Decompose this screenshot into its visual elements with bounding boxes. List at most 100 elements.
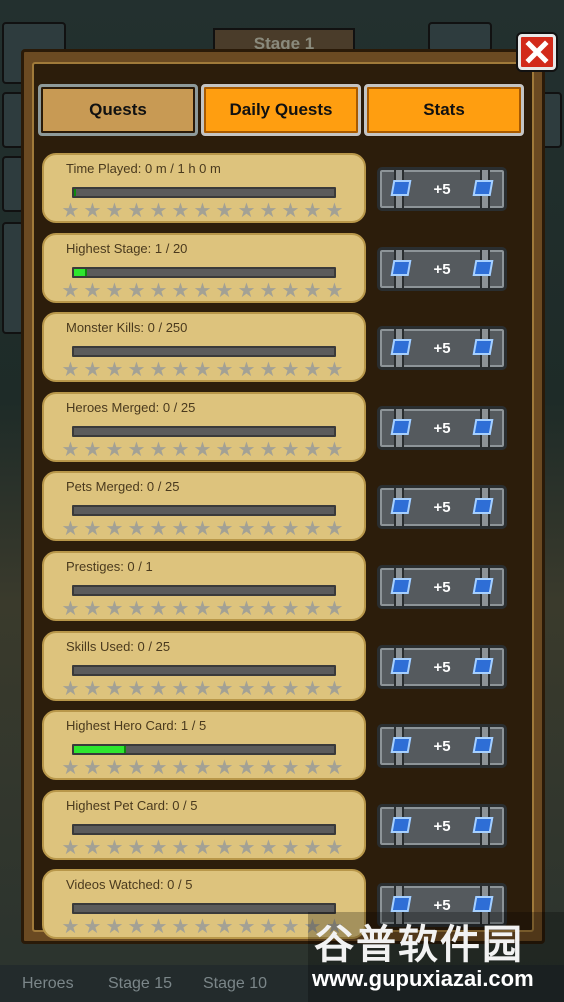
star-icon: ★ bbox=[171, 837, 190, 859]
gem-icon bbox=[472, 896, 494, 912]
quest-progress-bar bbox=[72, 346, 336, 357]
star-icon: ★ bbox=[281, 200, 300, 222]
star-icon: ★ bbox=[237, 598, 256, 620]
star-icon: ★ bbox=[215, 439, 234, 461]
star-icon: ★ bbox=[127, 757, 146, 779]
bottom-nav-item[interactable]: Heroes bbox=[22, 975, 74, 993]
quest-row: Highest Stage: 1 / 20 ★ ★ ★ ★ ★ ★ ★ ★ ★ ★ ★ ★ ★ bbox=[42, 233, 366, 303]
star-icon: ★ bbox=[127, 359, 146, 381]
star-icon: ★ bbox=[127, 280, 146, 302]
star-icon: ★ bbox=[303, 598, 322, 620]
quest-progress-fill bbox=[74, 746, 126, 753]
star-icon: ★ bbox=[105, 280, 124, 302]
star-icon: ★ bbox=[259, 837, 278, 859]
star-icon: ★ bbox=[259, 439, 278, 461]
quest-progress-bar bbox=[72, 426, 336, 437]
gem-icon bbox=[390, 737, 412, 753]
star-icon: ★ bbox=[303, 757, 322, 779]
reward-amount: +5 bbox=[433, 339, 451, 357]
star-icon: ★ bbox=[237, 200, 256, 222]
gem-icon bbox=[390, 817, 412, 833]
star-icon: ★ bbox=[83, 359, 102, 381]
quest-row: Monster Kills: 0 / 250 ★ ★ ★ ★ ★ ★ ★ ★ ★ ★ ★ ★ ★ bbox=[42, 312, 366, 382]
reward-amount: +5 bbox=[433, 180, 451, 198]
claim-reward-button[interactable]: +5 bbox=[377, 167, 507, 211]
claim-reward-button[interactable]: +5 bbox=[377, 326, 507, 370]
bottom-nav-item[interactable]: Stage 10 bbox=[203, 975, 267, 993]
tab-daily-quests[interactable]: Daily Quests bbox=[201, 84, 361, 136]
star-icon: ★ bbox=[237, 757, 256, 779]
star-icon: ★ bbox=[237, 678, 256, 700]
star-icon: ★ bbox=[303, 518, 322, 540]
star-icon: ★ bbox=[61, 359, 80, 381]
star-icon: ★ bbox=[325, 359, 344, 381]
claim-reward-button[interactable]: +5 bbox=[377, 247, 507, 291]
star-icon: ★ bbox=[237, 439, 256, 461]
star-icon: ★ bbox=[237, 359, 256, 381]
star-icon: ★ bbox=[325, 678, 344, 700]
quest-label: Prestiges: 0 / 1 bbox=[66, 559, 153, 574]
star-icon: ★ bbox=[193, 439, 212, 461]
tab-stats[interactable]: Stats bbox=[364, 84, 524, 136]
star-icon: ★ bbox=[215, 598, 234, 620]
quest-progress-bar bbox=[72, 267, 336, 278]
star-icon: ★ bbox=[171, 359, 190, 381]
star-icon: ★ bbox=[215, 757, 234, 779]
star-icon: ★ bbox=[193, 916, 212, 938]
star-icon: ★ bbox=[149, 280, 168, 302]
quest-row: Prestiges: 0 / 1 ★ ★ ★ ★ ★ ★ ★ ★ ★ ★ ★ ★ ★ bbox=[42, 551, 366, 621]
reward-amount: +5 bbox=[433, 498, 451, 516]
claim-reward-button[interactable]: +5 bbox=[377, 804, 507, 848]
star-icon: ★ bbox=[193, 837, 212, 859]
quest-label: Time Played: 0 m / 1 h 0 m bbox=[66, 161, 221, 176]
close-icon bbox=[525, 40, 549, 64]
star-icon: ★ bbox=[149, 518, 168, 540]
quest-stars: ★ ★ ★ ★ ★ ★ ★ ★ ★ ★ ★ ★ ★ bbox=[60, 359, 345, 381]
star-icon: ★ bbox=[281, 678, 300, 700]
gem-icon bbox=[472, 419, 494, 435]
quest-stars: ★ ★ ★ ★ ★ ★ ★ ★ ★ ★ ★ ★ ★ bbox=[60, 757, 345, 779]
quest-stars: ★ ★ ★ ★ ★ ★ ★ ★ ★ ★ ★ ★ ★ bbox=[60, 678, 345, 700]
star-icon: ★ bbox=[215, 359, 234, 381]
claim-reward-button[interactable]: +5 bbox=[377, 645, 507, 689]
star-icon: ★ bbox=[149, 837, 168, 859]
gem-icon bbox=[390, 498, 412, 514]
star-icon: ★ bbox=[61, 916, 80, 938]
star-icon: ★ bbox=[215, 837, 234, 859]
star-icon: ★ bbox=[127, 439, 146, 461]
star-icon: ★ bbox=[303, 280, 322, 302]
claim-reward-button[interactable]: +5 bbox=[377, 724, 507, 768]
star-icon: ★ bbox=[281, 280, 300, 302]
star-icon: ★ bbox=[259, 678, 278, 700]
star-icon: ★ bbox=[325, 757, 344, 779]
quest-row: Skills Used: 0 / 25 ★ ★ ★ ★ ★ ★ ★ ★ ★ ★ ★ ★ ★ bbox=[42, 631, 366, 701]
quest-progress-fill bbox=[74, 269, 87, 276]
star-icon: ★ bbox=[193, 518, 212, 540]
claim-reward-button[interactable]: +5 bbox=[377, 485, 507, 529]
bottom-nav-item[interactable]: Stage 15 bbox=[108, 975, 172, 993]
star-icon: ★ bbox=[149, 200, 168, 222]
star-icon: ★ bbox=[281, 757, 300, 779]
star-icon: ★ bbox=[171, 439, 190, 461]
quest-stars: ★ ★ ★ ★ ★ ★ ★ ★ ★ ★ ★ ★ ★ bbox=[60, 916, 345, 938]
claim-reward-button[interactable]: +5 bbox=[377, 406, 507, 450]
star-icon: ★ bbox=[215, 518, 234, 540]
star-icon: ★ bbox=[193, 598, 212, 620]
quest-label: Highest Hero Card: 1 / 5 bbox=[66, 718, 207, 733]
star-icon: ★ bbox=[325, 598, 344, 620]
quest-stars: ★ ★ ★ ★ ★ ★ ★ ★ ★ ★ ★ ★ ★ bbox=[60, 439, 345, 461]
star-icon: ★ bbox=[325, 200, 344, 222]
claim-reward-button[interactable]: +5 bbox=[377, 565, 507, 609]
tab-quests[interactable]: Quests bbox=[38, 84, 198, 136]
star-icon: ★ bbox=[83, 916, 102, 938]
star-icon: ★ bbox=[61, 200, 80, 222]
close-button[interactable] bbox=[518, 34, 556, 70]
star-icon: ★ bbox=[61, 518, 80, 540]
quest-label: Heroes Merged: 0 / 25 bbox=[66, 400, 196, 415]
star-icon: ★ bbox=[281, 916, 300, 938]
star-icon: ★ bbox=[127, 678, 146, 700]
star-icon: ★ bbox=[193, 359, 212, 381]
star-icon: ★ bbox=[83, 280, 102, 302]
quest-label: Pets Merged: 0 / 25 bbox=[66, 479, 180, 494]
star-icon: ★ bbox=[61, 598, 80, 620]
